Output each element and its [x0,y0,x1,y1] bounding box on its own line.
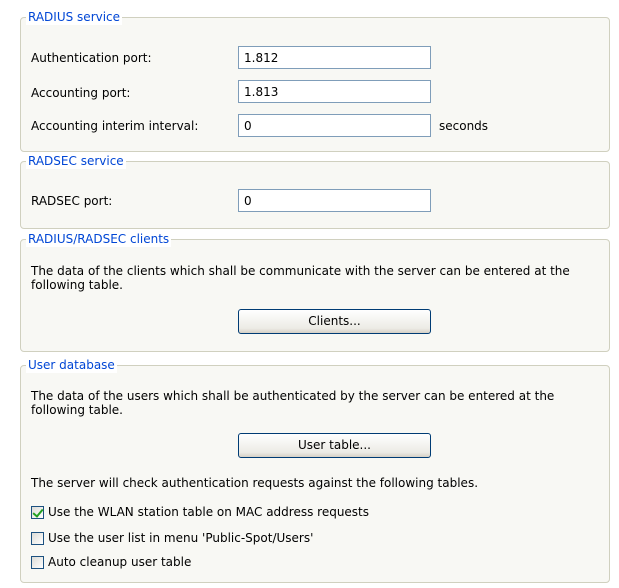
public-spot-users-checkbox[interactable] [31,531,44,545]
clients-legend: RADIUS/RADSEC clients [26,231,172,247]
public-spot-users-label: Use the user list in menu 'Public-Spot/U… [48,531,314,545]
interim-unit-label: seconds [439,119,489,133]
auto-cleanup-label: Auto cleanup user table [48,555,192,569]
checkmark-icon [32,505,44,518]
auto-cleanup-checkbox[interactable] [31,555,44,569]
user-database-description: The data of the users which shall be aut… [31,389,555,417]
wlan-station-table-label: Use the WLAN station table on MAC addres… [48,505,370,519]
radius-service-legend: RADIUS service [26,9,123,25]
option-auto-cleanup[interactable]: Auto cleanup user table [31,555,191,569]
accounting-interim-interval-label: Accounting interim interval: [31,119,199,133]
check-tables-intro: The server will check authentication req… [31,476,479,490]
accounting-interim-interval-input[interactable]: 0 [238,114,431,137]
option-public-spot-users[interactable]: Use the user list in menu 'Public-Spot/U… [31,531,313,545]
authentication-port-label: Authentication port: [31,51,152,65]
user-database-legend: User database [26,357,117,373]
radsec-port-label: RADSEC port: [31,194,113,208]
accounting-port-label: Accounting port: [31,86,131,100]
option-wlan-station-table[interactable]: Use the WLAN station table on MAC addres… [31,505,369,519]
clients-group: RADIUS/RADSEC clients [20,231,610,352]
radsec-port-input[interactable]: 0 [238,189,431,212]
radsec-service-legend: RADSEC service [26,153,126,169]
wlan-station-table-checkbox[interactable] [31,505,44,519]
clients-button[interactable]: Clients... [238,309,431,334]
user-table-button[interactable]: User table... [238,433,431,458]
authentication-port-input[interactable]: 1.812 [238,46,431,69]
accounting-port-input[interactable]: 1.813 [238,80,431,103]
clients-description: The data of the clients which shall be c… [31,264,570,292]
